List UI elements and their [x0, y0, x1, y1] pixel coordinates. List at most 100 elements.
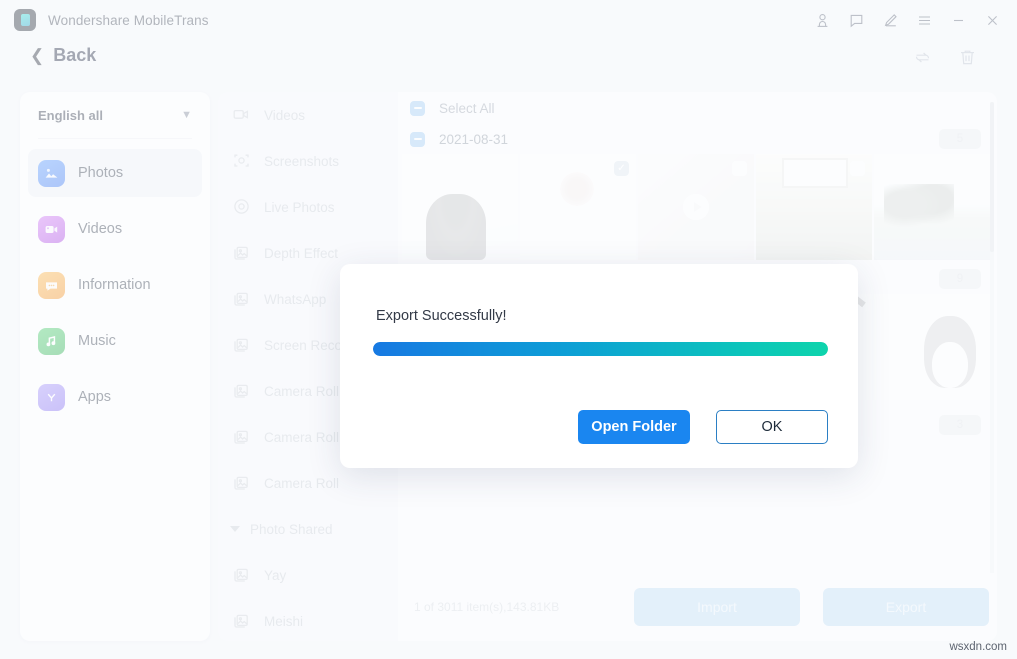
photo-album-icon — [232, 381, 252, 401]
category-label: Camera Roll — [264, 476, 339, 491]
category-label: Videos — [264, 108, 305, 123]
category-item-yay[interactable]: Yay — [218, 552, 398, 598]
thumbnail-row: ✓ — [398, 154, 997, 260]
sidebar-item-videos[interactable]: Videos — [28, 205, 202, 253]
select-all-row[interactable]: Select All — [398, 92, 997, 124]
category-label: Live Photos — [264, 200, 335, 215]
sidebar-item-information[interactable]: Information — [28, 261, 202, 309]
thumbnail-item[interactable] — [402, 154, 518, 260]
category-item-live-photos[interactable]: Live Photos — [218, 184, 398, 230]
dialog-title: Export Successfully! — [376, 308, 507, 324]
sidebar-label: Photos — [78, 165, 123, 181]
category-group-photo-shared[interactable]: Photo Shared — [218, 506, 398, 552]
category-label: Depth Effect — [264, 246, 338, 261]
thumbnail-item[interactable] — [874, 154, 990, 260]
thumbnail-checkbox[interactable] — [732, 161, 747, 176]
count-badge: 3 — [939, 415, 981, 435]
photo-album-icon — [232, 289, 252, 309]
action-bar: 1 of 3011 item(s),143.81KB Import Export — [398, 573, 997, 641]
date-group-checkbox[interactable] — [410, 132, 425, 147]
category-label: Screenshots — [264, 154, 339, 169]
sidebar-item-apps[interactable]: Apps — [28, 373, 202, 421]
title-bar: Wondershare MobileTrans — [0, 0, 1017, 40]
content-toolbar — [913, 48, 977, 72]
ok-button[interactable]: OK — [716, 410, 828, 444]
apps-icon — [38, 384, 65, 411]
video-camera-icon — [232, 105, 252, 125]
account-icon[interactable] — [805, 5, 839, 35]
menu-icon[interactable] — [907, 5, 941, 35]
refresh-icon[interactable] — [913, 48, 932, 72]
date-group-header[interactable]: 2021-08-31 5 — [398, 124, 997, 154]
selection-status: 1 of 3011 item(s),143.81KB — [414, 600, 559, 614]
open-folder-button[interactable]: Open Folder — [578, 410, 690, 444]
category-item-videos[interactable]: Videos — [218, 92, 398, 138]
sidebar: English all ▼ Photos — [20, 92, 210, 641]
chevron-down-icon: ▼ — [181, 109, 192, 121]
category-label: Meishi — [264, 614, 303, 629]
back-button[interactable]: ❮ Back — [30, 45, 96, 66]
app-title: Wondershare MobileTrans — [48, 13, 209, 28]
watermark: wsxdn.com — [949, 641, 1007, 653]
chevron-left-icon: ❮ — [30, 47, 44, 64]
category-label: Camera Roll — [264, 384, 339, 399]
music-icon — [38, 328, 65, 355]
category-label: Photo Shared — [250, 522, 333, 537]
scrollbar-thumb[interactable] — [990, 102, 994, 252]
live-photo-icon — [232, 197, 252, 217]
photo-album-icon — [232, 243, 252, 263]
sidebar-nav: Photos Videos — [20, 139, 210, 421]
photo-album-icon — [232, 335, 252, 355]
information-icon — [38, 272, 65, 299]
videos-icon — [38, 216, 65, 243]
progress-bar-fill — [373, 342, 828, 356]
thumbnail-item[interactable]: ✓ — [520, 154, 636, 260]
date-label: 2021-08-31 — [439, 132, 508, 147]
page-header: ❮ Back — [0, 40, 1017, 84]
export-button[interactable]: Export — [823, 588, 989, 626]
photos-icon — [38, 160, 65, 187]
triangle-down-icon — [230, 526, 240, 532]
count-badge: 5 — [939, 129, 981, 149]
sidebar-label: Information — [78, 277, 151, 293]
sidebar-label: Videos — [78, 221, 122, 237]
back-label: Back — [53, 45, 96, 66]
language-dropdown[interactable]: English all ▼ — [38, 92, 192, 139]
export-success-dialog: Export Successfully! Open Folder OK — [340, 264, 858, 468]
thumbnail-item[interactable] — [874, 294, 990, 400]
photo-album-icon — [232, 565, 252, 585]
thumbnail-checkbox[interactable] — [968, 301, 983, 316]
edit-icon[interactable] — [873, 5, 907, 35]
category-item-screenshots[interactable]: Screenshots — [218, 138, 398, 184]
screenshot-icon — [232, 151, 252, 171]
count-badge: 9 — [939, 269, 981, 289]
thumbnail-checkbox[interactable]: ✓ — [614, 161, 629, 176]
progress-bar — [373, 342, 828, 356]
thumbnail-item-video[interactable] — [638, 154, 754, 260]
close-icon[interactable] — [975, 5, 1009, 35]
dialog-buttons: Open Folder OK — [578, 410, 828, 444]
language-label: English all — [38, 108, 103, 123]
category-item-meishi[interactable]: Meishi — [218, 598, 398, 641]
sidebar-label: Music — [78, 333, 116, 349]
photo-album-icon — [232, 473, 252, 493]
sidebar-item-photos[interactable]: Photos — [28, 149, 202, 197]
category-label: Yay — [264, 568, 286, 583]
thumbnail-checkbox[interactable] — [850, 161, 865, 176]
category-label: Camera Roll — [264, 430, 339, 445]
import-button[interactable]: Import — [634, 588, 800, 626]
window-controls — [805, 0, 1009, 40]
select-all-checkbox[interactable] — [410, 101, 425, 116]
sidebar-item-music[interactable]: Music — [28, 317, 202, 365]
sidebar-label: Apps — [78, 389, 111, 405]
feedback-icon[interactable] — [839, 5, 873, 35]
play-icon — [683, 194, 709, 220]
delete-icon[interactable] — [958, 48, 977, 72]
photo-album-icon — [232, 611, 252, 631]
category-label: WhatsApp — [264, 292, 326, 307]
minimize-icon[interactable] — [941, 5, 975, 35]
thumbnail-item[interactable] — [756, 154, 872, 260]
thumbnail-checkbox[interactable] — [496, 161, 511, 176]
photo-album-icon — [232, 427, 252, 447]
thumbnail-checkbox[interactable] — [968, 161, 983, 176]
